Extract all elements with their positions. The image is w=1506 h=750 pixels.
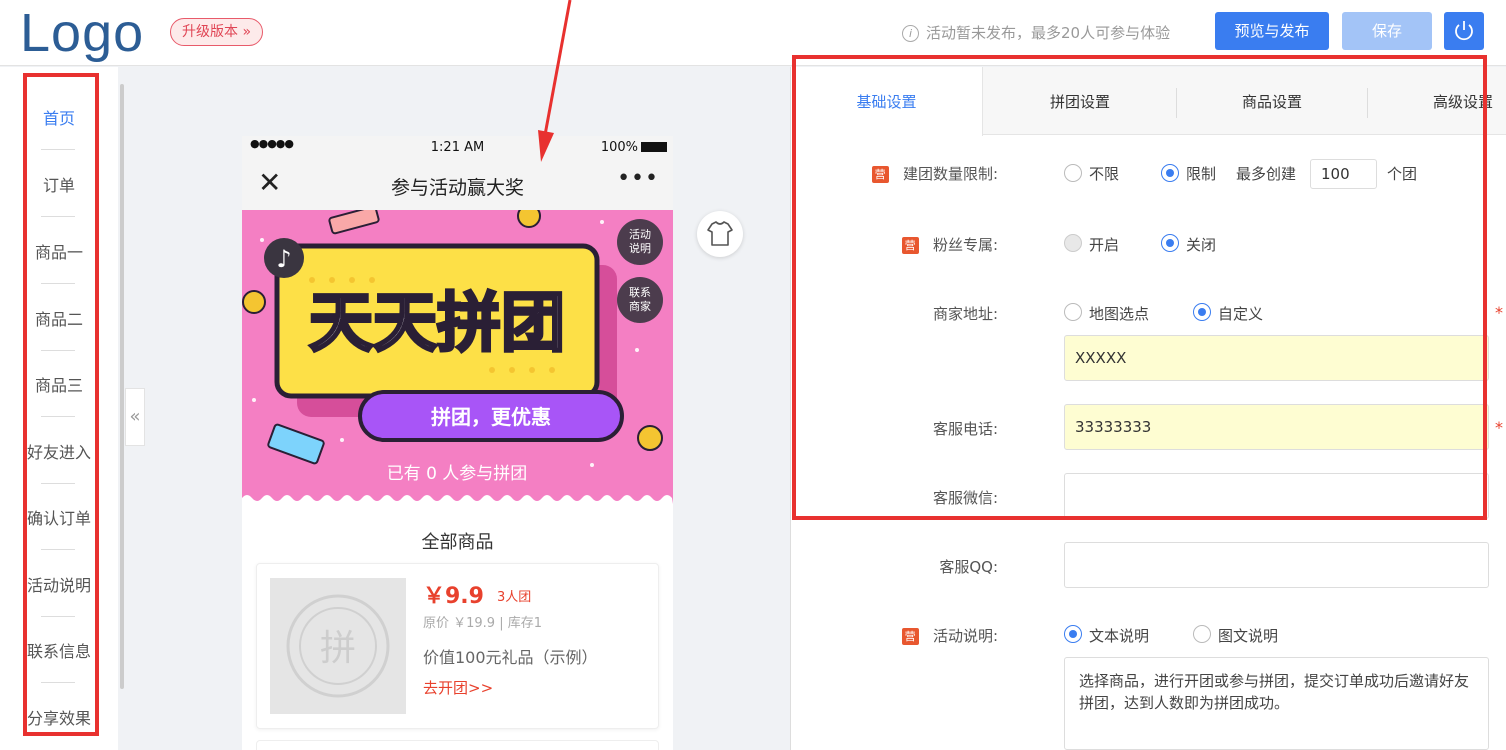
annotation-arrow	[538, 0, 572, 162]
phone-nav-bar: ✕ 参与活动赢大奖 •••	[242, 160, 673, 210]
open-group-link[interactable]: 去开团>>	[423, 677, 493, 698]
power-button[interactable]	[1444, 12, 1484, 50]
rules-button-line-1: 活动	[629, 228, 651, 241]
sidebar-scrollbar[interactable]	[120, 84, 124, 689]
rules-button-line-2: 说明	[629, 241, 651, 255]
battery: 100%	[601, 140, 667, 155]
status-bar: ●●●●● 1:21 AM 100%	[242, 136, 673, 160]
desc-image-label: 图文说明	[1218, 627, 1279, 645]
music-icon: ♪	[276, 245, 291, 273]
save-button[interactable]: 保存	[1342, 12, 1432, 50]
original-price: 原价 ￥19.9 | 库存1	[423, 616, 542, 631]
required-mark: *	[1495, 418, 1503, 437]
service-qq-label: 客服QQ:	[939, 558, 998, 576]
badge-icon: 营	[901, 628, 919, 645]
contact-button-line-1: 联系	[629, 286, 651, 299]
upgrade-button[interactable]: 升级版本 »	[170, 18, 264, 46]
product-card-2[interactable]	[256, 740, 659, 750]
activity-desc-label: 营 活动说明:	[840, 625, 998, 646]
product-price: ￥9.9	[423, 584, 484, 609]
theme-button[interactable]	[697, 211, 743, 257]
notice-text: 活动暂未发布，最多20人可参与体验	[926, 24, 1171, 42]
battery-icon	[641, 142, 667, 152]
activity-desc-label-text: 活动说明:	[932, 627, 998, 645]
group-size: 3人团	[497, 590, 532, 605]
desc-image-radio[interactable]	[1193, 625, 1211, 643]
activity-desc-textarea[interactable]: 选择商品，进行开团或参与拼团，提交订单成功后邀请好友拼团，达到人数即为拼团成功。	[1064, 657, 1489, 750]
shirt-icon	[707, 221, 733, 246]
banner-slogan: 拼团，更优惠	[431, 405, 551, 429]
section-title: 全部商品	[421, 532, 494, 553]
phone-preview: ●●●●● 1:21 AM 100% ✕ 参与活动赢大奖 ••• 天天拼团 拼团…	[242, 136, 673, 750]
product-seal-char: 拼	[320, 628, 356, 669]
desc-text-radio[interactable]	[1064, 625, 1082, 643]
logo: Logo	[20, 3, 145, 63]
publish-notice: i 活动暂未发布，最多20人可参与体验	[902, 22, 1170, 43]
preview-publish-button[interactable]: 预览与发布	[1215, 12, 1329, 50]
phone-page-title: 参与活动赢大奖	[390, 177, 524, 199]
power-icon	[1455, 21, 1473, 41]
banner-headline: 天天拼团	[309, 287, 565, 361]
service-qq-input[interactable]	[1064, 542, 1489, 588]
highlight-box-sidebar	[23, 73, 99, 736]
participant-count: 已有 0 人参与拼团	[387, 464, 528, 484]
highlight-box-settings	[792, 55, 1487, 520]
product-name: 价值100元礼品（示例）	[423, 648, 598, 667]
collapse-button[interactable]: «	[125, 388, 145, 446]
info-icon: i	[902, 25, 919, 42]
battery-percent: 100%	[600, 140, 638, 155]
desc-text-label: 文本说明	[1089, 627, 1150, 645]
more-icon[interactable]: •••	[617, 166, 659, 191]
required-mark: *	[1495, 303, 1503, 322]
contact-button-line-2: 商家	[629, 299, 651, 313]
banner-image: 天天拼团 拼团，更优惠 ♪ 已有 0 人参与拼团 活动 说明 联系 商家	[242, 210, 673, 504]
product-image: 拼	[270, 578, 406, 714]
product-card[interactable]: 拼 ￥9.9 3人团 原价 ￥19.9 | 库存1 价值100元礼品（示例） 去…	[256, 563, 659, 729]
